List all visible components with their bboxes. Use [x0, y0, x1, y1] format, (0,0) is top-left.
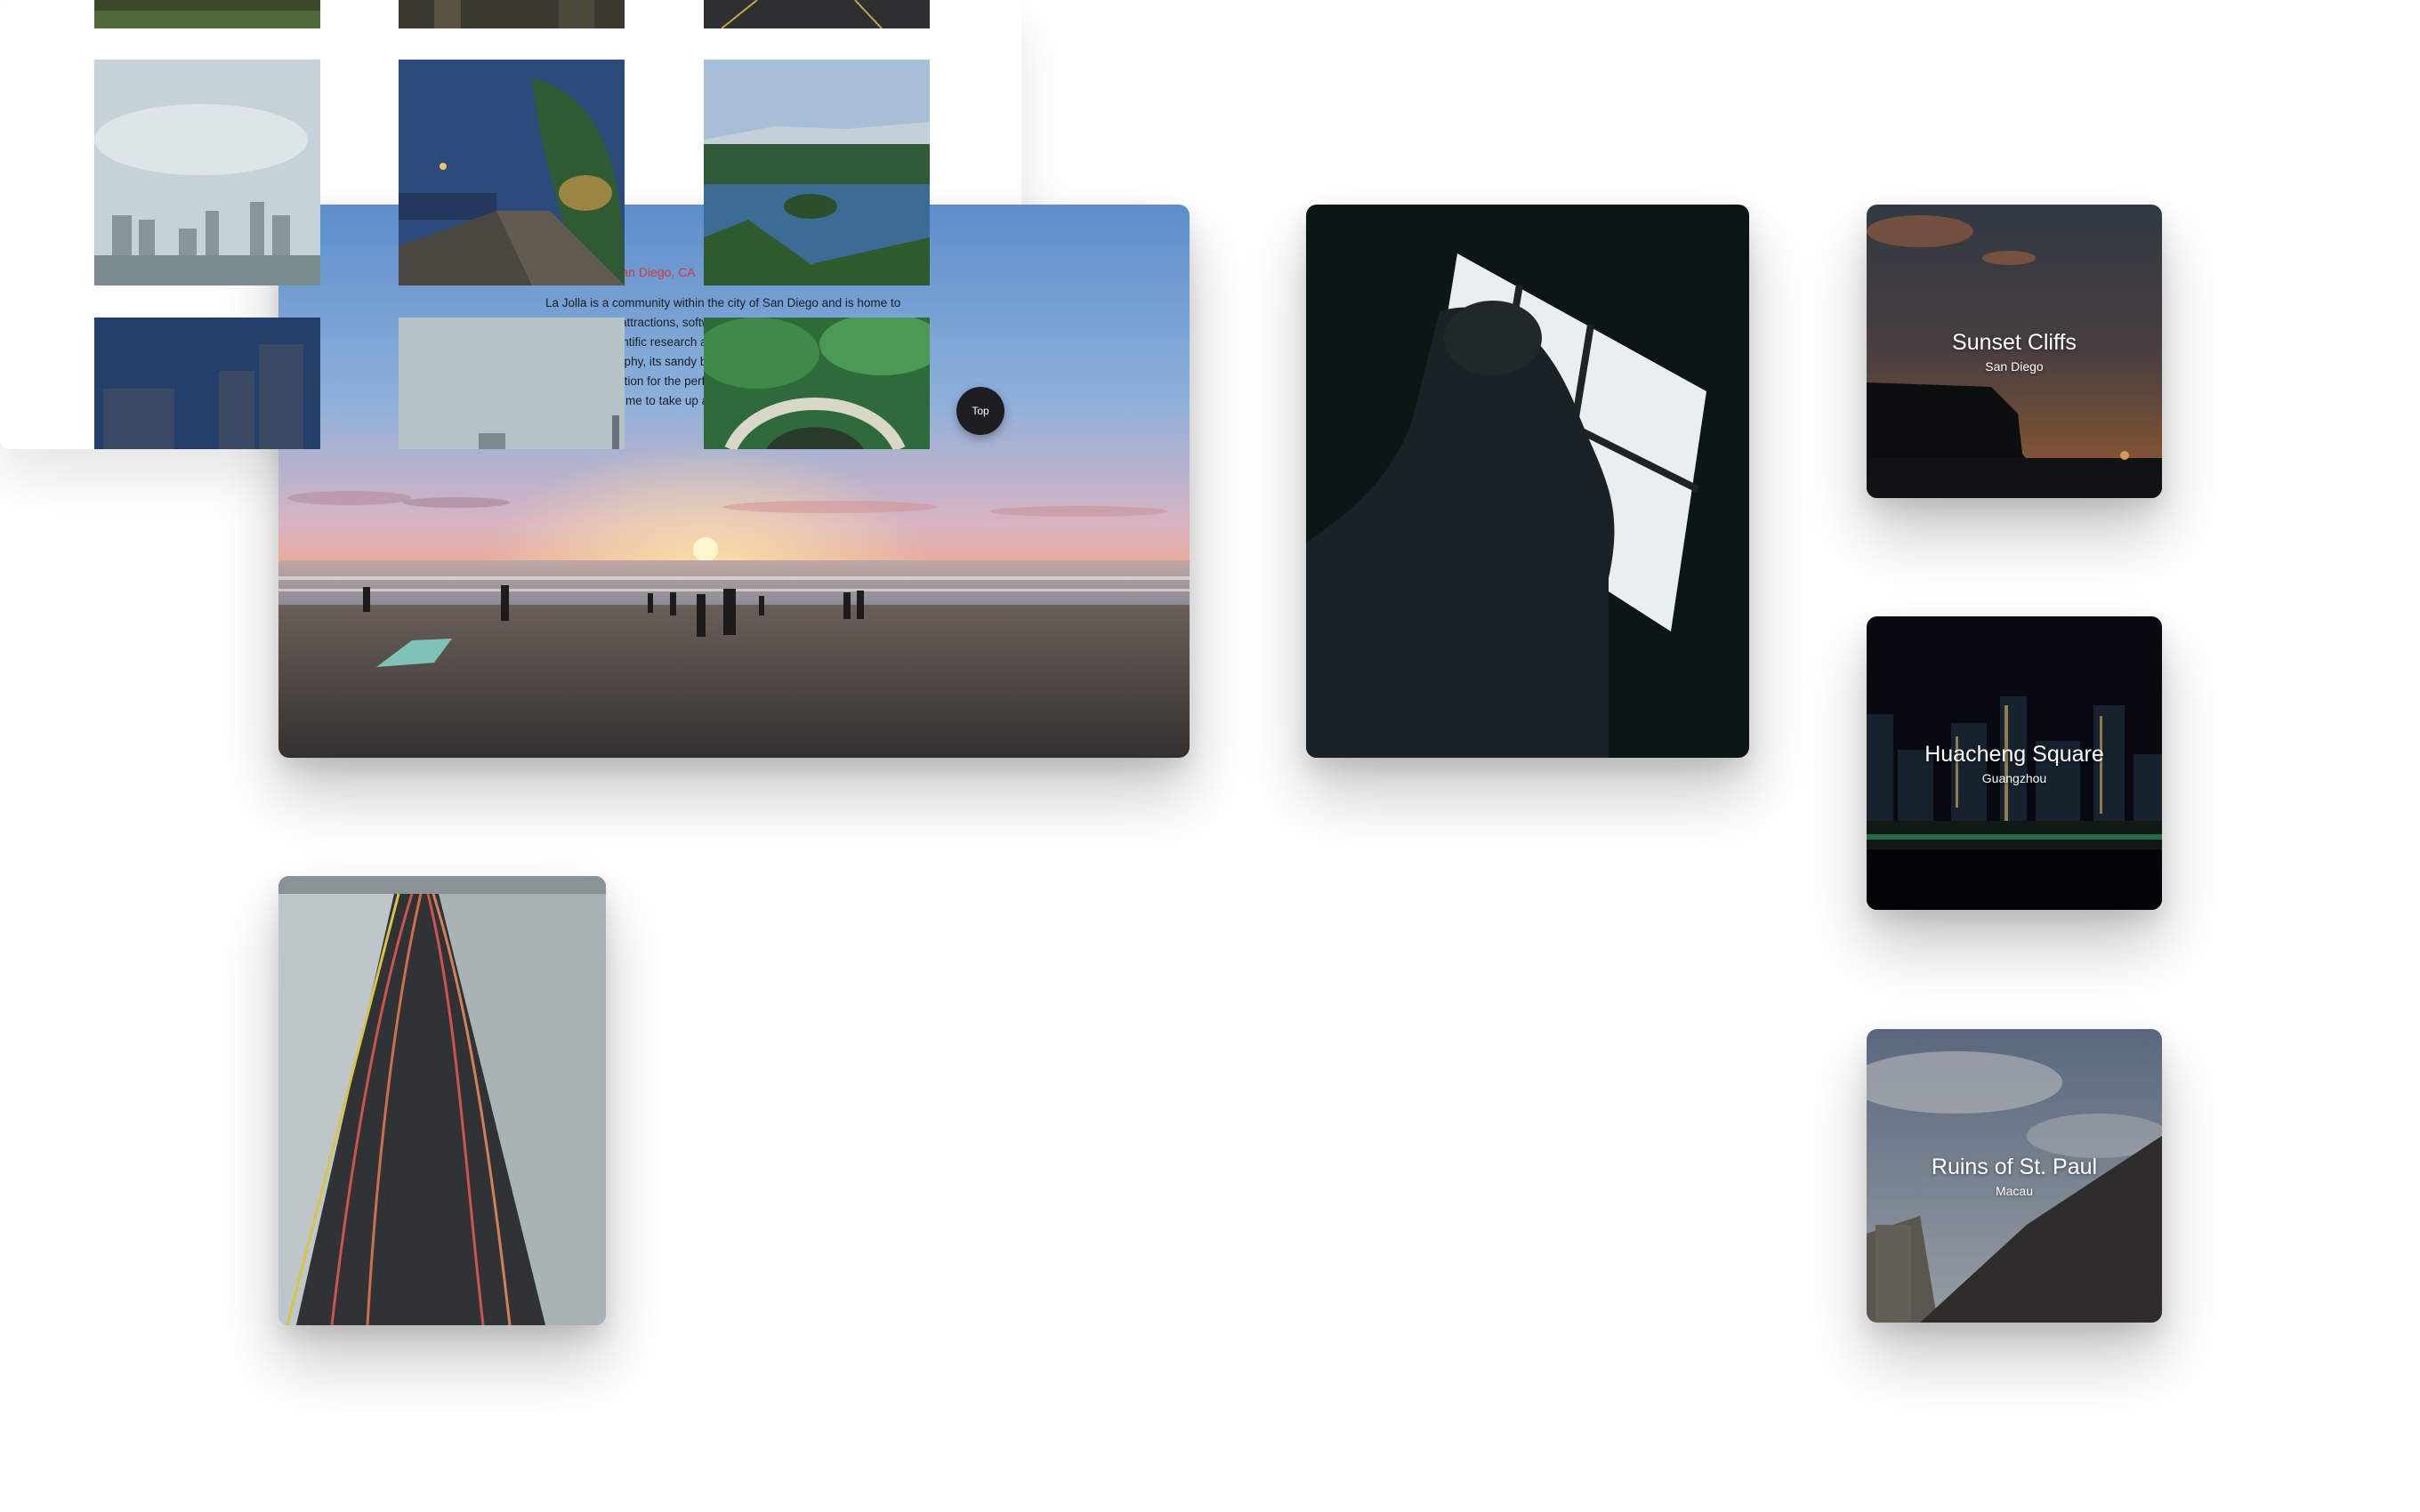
location-subtitle: Guangzhou	[1981, 771, 2047, 785]
location-caption: Ruins of St. Paul Macau	[1867, 1154, 2162, 1198]
gallery-thumb[interactable]	[704, 0, 930, 28]
location-title: Ruins of St. Paul	[1931, 1154, 2098, 1179]
window-silhouette-image	[1306, 205, 1749, 758]
gallery-thumb[interactable]	[94, 0, 320, 28]
photo-gallery[interactable]: Top	[0, 0, 1021, 449]
location-subtitle: San Diego	[1985, 359, 2044, 374]
location-card-sunset-cliffs[interactable]: Sunset Cliffs San Diego	[1867, 205, 2162, 498]
location-title: Sunset Cliffs	[1952, 330, 2077, 355]
gallery-thumb[interactable]	[399, 318, 625, 449]
gallery-thumb[interactable]	[94, 318, 320, 449]
back-to-top-button[interactable]: Top	[956, 387, 1004, 435]
location-caption: Sunset Cliffs San Diego	[1867, 329, 2162, 374]
gallery-thumb[interactable]	[94, 60, 320, 286]
location-card-ruins-of-st-paul[interactable]: Ruins of St. Paul Macau	[1867, 1029, 2162, 1323]
gallery-thumb[interactable]	[399, 0, 625, 28]
window-photo-card[interactable]	[1306, 205, 1749, 758]
location-card-huacheng-square[interactable]: Huacheng Square Guangzhou	[1867, 616, 2162, 910]
gallery-thumb[interactable]	[704, 60, 930, 286]
tunnel-photo-card[interactable]	[278, 876, 606, 1325]
gallery-thumb[interactable]	[399, 60, 625, 286]
tunnel-light-trails-image	[278, 876, 606, 1325]
location-caption: Huacheng Square Guangzhou	[1867, 741, 2162, 785]
hero-card[interactable]: La Jolla, San Diego, CA La Jolla is a co…	[278, 205, 1190, 758]
location-subtitle: Macau	[1995, 1184, 2034, 1198]
location-title: Huacheng Square	[1924, 742, 2104, 767]
gallery-thumb[interactable]	[704, 318, 930, 449]
